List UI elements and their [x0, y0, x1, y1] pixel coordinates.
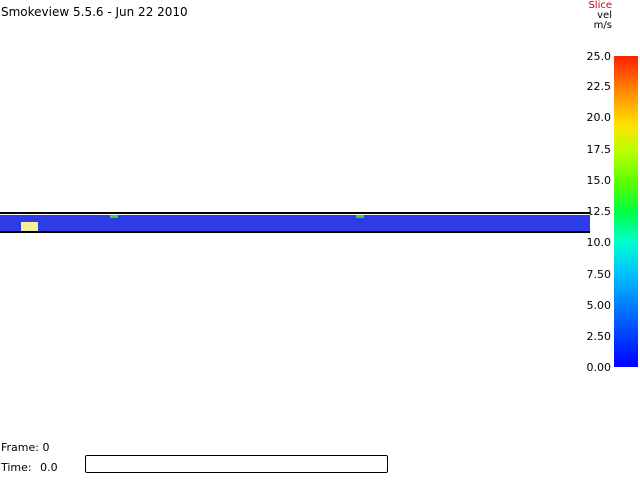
colorbar-units-label: m/s — [593, 20, 612, 31]
vent-obstruction — [21, 222, 38, 231]
colorbar-tick: 17.5 — [586, 143, 612, 156]
colorbar-tick: 20.0 — [586, 111, 612, 124]
time-readout: Time: 0.0 — [1, 461, 58, 475]
colorbar-tick: 22.5 — [586, 80, 612, 93]
time-slider[interactable] — [85, 455, 388, 473]
frame-value: 0 — [42, 441, 50, 454]
velocity-slice — [0, 215, 590, 231]
colorbar-tick: 15.0 — [586, 174, 612, 187]
colorbar-tick: 0.00 — [586, 361, 612, 374]
colorbar — [614, 56, 638, 367]
frame-readout: Frame: 0 — [1, 441, 49, 455]
colorbar-tick: 5.00 — [586, 299, 612, 312]
slice-hotspot — [110, 215, 118, 218]
colorbar-tick: 12.5 — [586, 205, 612, 218]
frame-label: Frame: — [1, 441, 39, 454]
time-label: Time: — [1, 461, 32, 474]
time-value: 0.0 — [40, 461, 58, 474]
colorbar-tick: 2.50 — [586, 330, 612, 343]
colorbar-tick: 25.0 — [586, 50, 612, 63]
colorbar-tick: 10.0 — [586, 236, 612, 249]
slice-hotspot — [356, 215, 364, 218]
app-title: Smokeview 5.5.6 - Jun 22 2010 — [1, 5, 188, 19]
colorbar-tick: 7.50 — [586, 268, 612, 281]
